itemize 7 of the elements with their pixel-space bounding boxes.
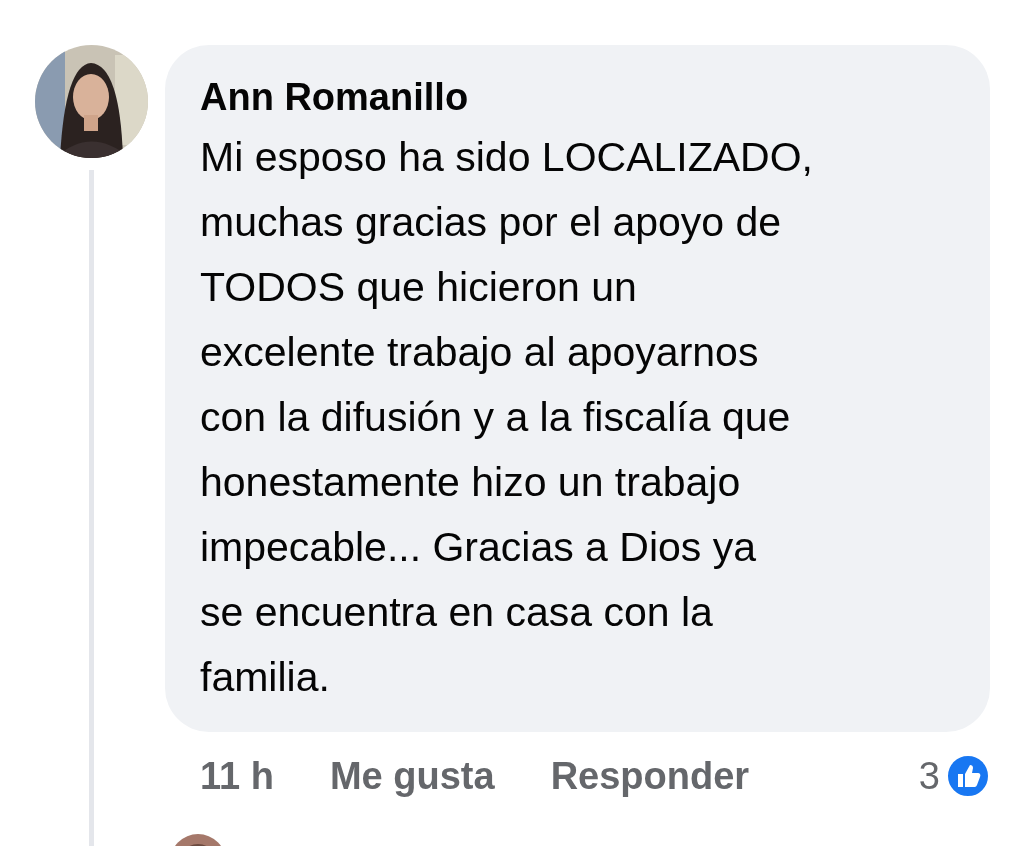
author-name[interactable]: Ann Romanillo [200, 73, 970, 121]
like-icon [946, 754, 990, 798]
action-link[interactable]: Me gusta [329, 754, 495, 798]
action-link[interactable]: Responder [550, 754, 750, 798]
reaction-count[interactable]: 3 [918, 754, 940, 798]
comment-text: Mi esposo ha sido LOCALIZADO, muchas gracias por el apoyo de TODOS que hicieron un excelente trabajo al apoyarnos con la difusión y a la fiscalía que honestamente hizo un trabajo impecable... Gracias a Dios ya se encuentra en casa con la familia. [200, 133, 814, 702]
timestamp[interactable]: 11 h [200, 754, 274, 798]
